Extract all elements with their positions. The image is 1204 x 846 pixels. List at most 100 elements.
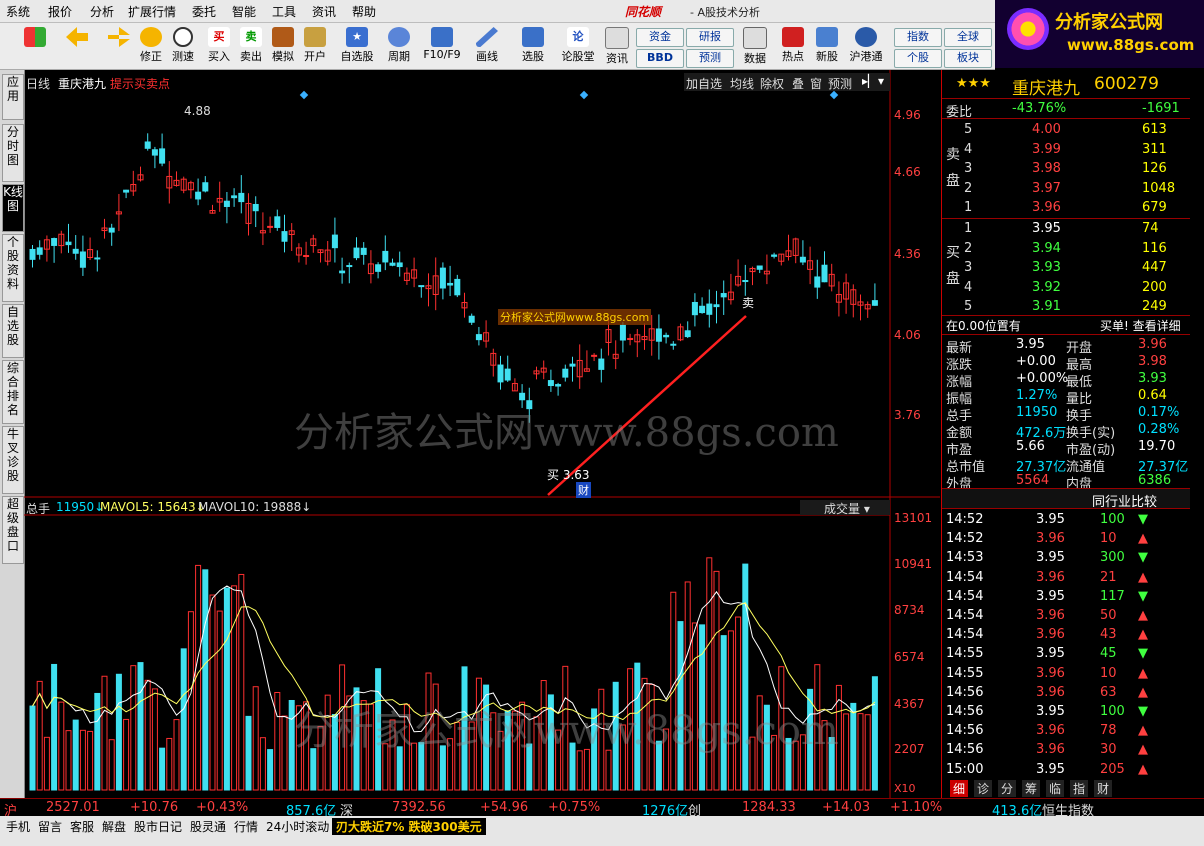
menu-smart[interactable]: 智能	[232, 3, 256, 20]
window-button[interactable]: 窗	[810, 75, 822, 92]
predict-button[interactable]: 预测	[828, 75, 852, 92]
ma-button[interactable]: 均线	[730, 75, 754, 92]
stock-picker-button[interactable]: 选股	[516, 25, 550, 67]
tab-ranking[interactable]: 综合排名	[2, 360, 24, 424]
menu-trade[interactable]: 委托	[192, 3, 216, 20]
tab-chips[interactable]: 筹	[1022, 780, 1041, 797]
tab-stock-info[interactable]: 个股资料	[2, 234, 24, 302]
overlay-button[interactable]: 叠	[792, 75, 804, 92]
tab-detail[interactable]: 细	[950, 780, 969, 797]
hk-connect-button[interactable]: 沪港通	[846, 25, 886, 67]
candle-body	[562, 368, 569, 378]
expand-icon[interactable]: ▸▏	[862, 74, 877, 88]
sell-level-row[interactable]: 1 3.96 679	[942, 198, 1190, 217]
buy-level-row[interactable]: 1 3.95 74	[942, 219, 1190, 238]
exright-button[interactable]: 除权	[760, 75, 784, 92]
up-down-button[interactable]	[102, 25, 136, 67]
status-mobile[interactable]: 手机	[6, 818, 30, 835]
add-watch-button[interactable]: 加自选	[686, 75, 722, 92]
data-button[interactable]: 数据	[738, 25, 772, 67]
tab-watchlist[interactable]: 自选股	[2, 304, 24, 358]
global-button[interactable]: 全球	[944, 28, 992, 47]
stock-button[interactable]: 个股	[894, 49, 942, 68]
sell-level-row[interactable]: 5 4.00 613	[942, 120, 1190, 139]
status-24h[interactable]: 24小时滚动	[266, 818, 329, 835]
candle-body	[252, 203, 259, 212]
volume-bar	[202, 569, 209, 791]
status-quote[interactable]: 行情	[234, 818, 258, 835]
bbd-button[interactable]: BBD	[636, 49, 684, 68]
menu-system[interactable]: 系统	[6, 3, 30, 20]
candle-body	[353, 247, 360, 259]
tab-lin[interactable]: 临	[1046, 780, 1065, 797]
grid-view-button[interactable]	[18, 25, 52, 67]
menu-tools[interactable]: 工具	[272, 3, 296, 20]
buy-level-row[interactable]: 5 3.91 249	[942, 297, 1190, 316]
hotspot-button[interactable]: 热点	[776, 25, 810, 67]
menu-news[interactable]: 资讯	[312, 3, 336, 20]
index-bar[interactable]: 沪 2527.01 +10.76 +0.43% 857.6亿 深 7392.56…	[0, 798, 1204, 819]
buy-button[interactable]: 买买入	[202, 25, 236, 67]
sh-value: 2527.01	[46, 800, 100, 815]
menu-quote[interactable]: 报价	[48, 3, 72, 20]
tab-diag[interactable]: 诊	[974, 780, 993, 797]
compare-row[interactable]: 同行业比较	[942, 489, 1190, 510]
open-account-button[interactable]: 开户	[298, 25, 332, 67]
arrow-up-icon: ▲	[1138, 684, 1148, 700]
buy-level-row[interactable]: 3 3.93 447	[942, 258, 1190, 277]
capital-button[interactable]: 资金	[636, 28, 684, 47]
kline-chart[interactable]: 日线 重庆港九 提示买卖点 加自选 均线 除权 叠 窗 预测 ▸▏ ▾ 4.96…	[24, 70, 940, 810]
menu-help[interactable]: 帮助	[352, 3, 376, 20]
buy-level-row[interactable]: 4 3.92 200	[942, 278, 1190, 297]
volume-bar	[259, 737, 266, 791]
index-button[interactable]: 指数	[894, 28, 942, 47]
toolbar: 修正 测速 买买入 卖卖出 模拟 开户 ★ 自选股 周期 F10/F9 画线 选股…	[0, 23, 995, 70]
ipo-button[interactable]: 新股	[810, 25, 844, 67]
status-service[interactable]: 客服	[70, 818, 94, 835]
sz-value: 7392.56	[392, 800, 446, 815]
menu-ext-quote[interactable]: 扩展行情	[128, 3, 176, 20]
volume-bar	[252, 686, 259, 791]
volume-bar	[173, 719, 180, 791]
news-ticker[interactable]: 刃大跌近7% 跌破300美元	[332, 818, 486, 835]
candle-body	[281, 231, 288, 242]
f10-button[interactable]: F10/F9	[420, 25, 464, 67]
tab-super-quote[interactable]: 超级盘口	[2, 496, 24, 564]
dropdown-icon[interactable]: ▾	[878, 74, 884, 88]
speed-test-button[interactable]: 测速	[166, 25, 200, 67]
candle-body	[684, 330, 691, 338]
price-axis-label: 4.06	[894, 328, 921, 342]
tab-index[interactable]: 指	[1070, 780, 1089, 797]
forum-button[interactable]: 论论股堂	[558, 25, 598, 67]
menu-analysis[interactable]: 分析	[90, 3, 114, 20]
tab-intraday[interactable]: 分时图	[2, 124, 24, 182]
finance-marker[interactable]: 财	[576, 482, 591, 498]
sector-button[interactable]: 板块	[944, 49, 992, 68]
sell-button[interactable]: 卖卖出	[234, 25, 268, 67]
forecast-button[interactable]: 预测	[686, 49, 734, 68]
sell-level-row[interactable]: 3 3.98 126	[942, 159, 1190, 178]
fix-button[interactable]: 修正	[134, 25, 168, 67]
news-button[interactable]: 资讯	[600, 25, 634, 67]
status-message[interactable]: 留言	[38, 818, 62, 835]
status-analysis[interactable]: 解盘	[102, 818, 126, 835]
sell-level-row[interactable]: 4 3.99 311	[942, 140, 1190, 159]
draw-line-button[interactable]: 画线	[470, 25, 504, 67]
order-hint-row[interactable]: 在0.00位置有 买单! 查看详细	[942, 315, 1190, 334]
tab-finance[interactable]: 财	[1094, 780, 1113, 797]
buy-level-row[interactable]: 2 3.94 116	[942, 239, 1190, 258]
research-button[interactable]: 研报	[686, 28, 734, 47]
indicator-select[interactable]: 成交量 ▾	[800, 500, 890, 516]
period-button[interactable]: 周期	[382, 25, 416, 67]
sell-level-row[interactable]: 2 3.97 1048	[942, 179, 1190, 198]
tab-kline[interactable]: K线图	[2, 184, 24, 232]
back-button[interactable]	[60, 25, 94, 67]
simulate-button[interactable]: 模拟	[266, 25, 300, 67]
status-diary[interactable]: 股市日记	[134, 818, 182, 835]
watchlist-button[interactable]: ★ 自选股	[336, 25, 378, 67]
status-gulingtong[interactable]: 股灵通	[190, 818, 226, 835]
volume-bar	[216, 610, 223, 791]
tab-apps[interactable]: 应用	[2, 74, 24, 120]
tab-diagnosis[interactable]: 牛叉诊股	[2, 426, 24, 494]
tab-fen[interactable]: 分	[998, 780, 1017, 797]
